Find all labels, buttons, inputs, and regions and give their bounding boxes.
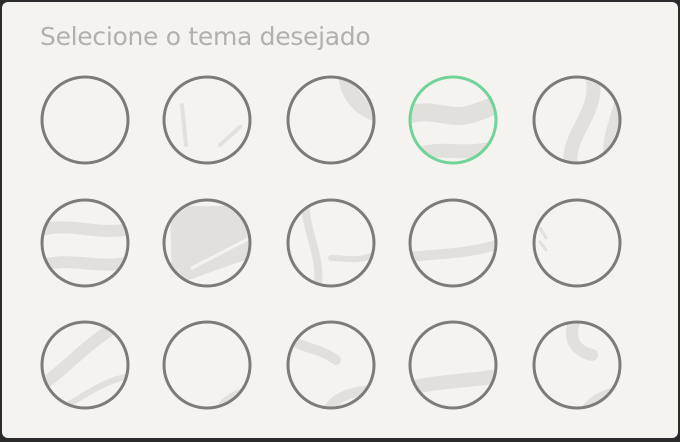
- theme-selector-panel: Selecione o tema desejado: [2, 2, 678, 438]
- theme-swatch-icon: [40, 75, 130, 165]
- theme-option-14[interactable]: [408, 320, 498, 410]
- theme-option-3[interactable]: [286, 75, 376, 165]
- theme-option-4[interactable]: [408, 75, 498, 165]
- theme-option-1[interactable]: [40, 75, 130, 165]
- theme-option-9[interactable]: [408, 198, 498, 288]
- theme-option-15[interactable]: [532, 320, 622, 410]
- theme-option-5[interactable]: [532, 75, 622, 165]
- theme-swatch-icon: [286, 75, 376, 165]
- theme-swatch-icon: [162, 75, 252, 165]
- theme-swatch-icon: [532, 320, 622, 410]
- theme-swatch-icon: [408, 75, 498, 165]
- theme-swatch-icon: [286, 198, 376, 288]
- theme-swatch-icon: [40, 320, 130, 410]
- theme-swatch-icon: [532, 198, 622, 288]
- theme-swatch-icon: [162, 198, 252, 288]
- theme-swatch-icon: [40, 198, 130, 288]
- theme-swatch-icon: [408, 198, 498, 288]
- theme-swatch-icon: [286, 320, 376, 410]
- theme-option-6[interactable]: [40, 198, 130, 288]
- theme-option-11[interactable]: [40, 320, 130, 410]
- theme-option-10[interactable]: [532, 198, 622, 288]
- theme-swatch-icon: [162, 320, 252, 410]
- theme-option-13[interactable]: [286, 320, 376, 410]
- theme-option-7[interactable]: [162, 198, 252, 288]
- theme-option-8[interactable]: [286, 198, 376, 288]
- theme-grid: [2, 2, 678, 438]
- theme-option-2[interactable]: [162, 75, 252, 165]
- theme-option-12[interactable]: [162, 320, 252, 410]
- theme-swatch-icon: [408, 320, 498, 410]
- theme-swatch-icon: [532, 75, 622, 165]
